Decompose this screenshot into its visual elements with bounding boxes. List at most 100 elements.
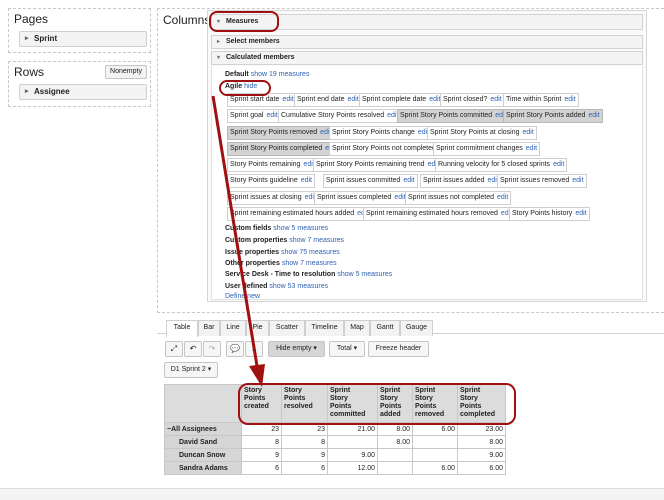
measure-tag[interactable]: Sprint Story Points added edit	[503, 109, 603, 123]
download-icon: ⤓	[252, 344, 256, 353]
freeze-header-button[interactable]: Freeze header	[368, 341, 429, 357]
edit-link[interactable]: edit	[266, 112, 277, 119]
row-header[interactable]: Sandra Adams	[164, 461, 242, 475]
define-new-label[interactable]: Define new	[225, 293, 260, 300]
select-members-header[interactable]: ▸ Select members	[211, 35, 643, 49]
measure-tag[interactable]: Sprint issues committed edit	[323, 174, 418, 188]
edit-link[interactable]: edit	[526, 145, 537, 152]
measure-label: Sprint remaining estimated hours added	[230, 210, 355, 217]
measure-tag[interactable]: Sprint remaining estimated hours removed…	[363, 207, 516, 221]
measure-tag[interactable]: Sprint closed? edit	[440, 93, 505, 107]
measure-label: Sprint Story Points removed	[230, 129, 318, 136]
rows-dimension-assignee[interactable]: ▸ Assignee	[19, 84, 147, 100]
export-button[interactable]: ⤓	[245, 341, 263, 357]
table-cell: 9.00	[457, 448, 506, 462]
table-cell: 9	[281, 448, 328, 462]
total-button[interactable]: Total ▾	[329, 341, 365, 357]
measure-tag[interactable]: Sprint Story Points at closing edit	[427, 126, 537, 140]
measure-tag[interactable]: Sprint issues not completed edit	[405, 191, 512, 205]
measure-tag[interactable]: Time within Sprint edit	[503, 93, 579, 107]
measure-tag[interactable]: Story Points history edit	[509, 207, 590, 221]
rows-title: Rows	[14, 65, 45, 79]
edit-link[interactable]: edit	[572, 177, 583, 184]
edit-link[interactable]: edit	[564, 96, 575, 103]
edit-link[interactable]: edit	[490, 96, 501, 103]
pages-panel: Pages ▸ Sprint	[8, 8, 151, 53]
group-show-link[interactable]: show 5 measures	[337, 271, 392, 278]
group-show-link[interactable]: show 75 measures	[281, 249, 340, 256]
tab-gauge[interactable]: Gauge	[400, 320, 433, 336]
edit-link[interactable]: edit	[429, 96, 440, 103]
pages-dimension-sprint[interactable]: ▸ Sprint	[19, 31, 147, 47]
table-cell	[412, 448, 458, 462]
define-new-link[interactable]: Define new	[225, 293, 260, 300]
measure-tag[interactable]: Sprint issues at closing edit	[227, 191, 319, 205]
tab-timeline[interactable]: Timeline	[305, 320, 344, 336]
row-label: All Assignees	[171, 425, 217, 433]
collapse-arrow-icon: ▾	[217, 55, 221, 61]
measure-label: Sprint closed?	[443, 96, 488, 103]
tab-map[interactable]: Map	[344, 320, 370, 336]
expand-arrow-icon: ▸	[25, 88, 29, 95]
table-cell: 8	[241, 435, 282, 449]
edit-link[interactable]: edit	[588, 112, 599, 119]
edit-link[interactable]: edit	[282, 96, 293, 103]
edit-link[interactable]: edit	[575, 210, 586, 217]
edit-link[interactable]: edit	[553, 161, 564, 168]
measure-tag[interactable]: Sprint issues added edit	[420, 174, 502, 188]
caret-down-icon: ▾	[353, 345, 358, 352]
edit-link[interactable]: edit	[523, 129, 534, 136]
group-show-link[interactable]: show 5 measures	[273, 225, 328, 232]
redo-button[interactable]: ↷	[203, 341, 221, 357]
nonempty-button[interactable]: Nonempty	[105, 65, 147, 79]
measure-tag[interactable]: Sprint goal edit	[227, 109, 281, 123]
measure-tag[interactable]: Sprint Story Points removed edit	[227, 126, 335, 140]
measure-tag[interactable]: Running velocity for 5 closed sprints edi…	[435, 158, 568, 172]
page-select[interactable]: D1 Sprint 2 ▾	[164, 362, 218, 378]
measure-tag[interactable]: Sprint issues completed edit	[314, 191, 409, 205]
undo-button[interactable]: ↶	[184, 341, 202, 357]
edit-link[interactable]: edit	[394, 194, 405, 201]
table-cell: 8.00	[457, 435, 506, 449]
tab-table[interactable]: Table	[166, 320, 198, 337]
edit-link[interactable]: edit	[497, 194, 508, 201]
group-show-link[interactable]: show 7 measures	[282, 260, 337, 267]
measure-tag[interactable]: Sprint end date edit	[294, 93, 362, 107]
tab-pie[interactable]: Pie	[246, 320, 269, 336]
calculated-members-header[interactable]: ▾ Calculated members	[211, 51, 643, 65]
table-cell	[377, 448, 413, 462]
group-show-link[interactable]: show 19 measures	[251, 71, 310, 78]
expand-arrow-icon: ▸	[217, 39, 221, 45]
tab-scatter[interactable]: Scatter	[269, 320, 305, 336]
hide-empty-button[interactable]: Hide empty ▾	[268, 341, 325, 357]
tab-gantt[interactable]: Gantt	[370, 320, 400, 336]
edit-link[interactable]: edit	[403, 177, 414, 184]
edit-link[interactable]: edit	[347, 96, 358, 103]
measure-tag[interactable]: Sprint complete date edit	[359, 93, 444, 107]
measure-label: Time within Sprint	[506, 96, 562, 103]
edit-link[interactable]: edit	[301, 177, 312, 184]
measure-tag[interactable]: Sprint Story Points completededit	[227, 142, 340, 156]
tab-bar[interactable]: Bar	[198, 320, 220, 336]
row-header[interactable]: −All Assignees	[164, 422, 242, 436]
group-custom-properties: Custom properties show 7 measures	[225, 237, 344, 244]
row-header[interactable]: David Sand	[164, 435, 242, 449]
measure-tag[interactable]: Sprint commitment changes edit	[433, 142, 541, 156]
table-row: Duncan Snow 9 9 9.00 9.00	[164, 448, 506, 462]
measure-tag[interactable]: Sprint remaining estimated hours addeded…	[227, 207, 372, 221]
measure-tag[interactable]: Sprint issues removed edit	[497, 174, 587, 188]
measure-tag[interactable]: Cumulative Story Points resolved edit	[278, 109, 402, 123]
row-label: David Sand	[179, 438, 218, 446]
fullscreen-button[interactable]: ⤢	[165, 341, 183, 357]
comment-button[interactable]: 💬	[226, 341, 244, 357]
measure-tag[interactable]: Sprint Story Points remaining trend edit	[313, 158, 442, 172]
measure-tag[interactable]: Story Points remaining edit	[227, 158, 318, 172]
group-show-link[interactable]: show 7 measures	[289, 237, 344, 244]
measure-tag[interactable]: Sprint Story Points change edit	[329, 126, 433, 140]
tab-line[interactable]: Line	[220, 320, 246, 336]
measure-tag[interactable]: Story Points guideline edit	[227, 174, 316, 188]
group-show-link[interactable]: show 53 measures	[269, 283, 328, 290]
measure-tag[interactable]: Sprint Story Points committed edit	[397, 109, 510, 123]
row-header[interactable]: Duncan Snow	[164, 448, 242, 462]
group-label: Service Desk - Time to resolution	[225, 271, 336, 278]
